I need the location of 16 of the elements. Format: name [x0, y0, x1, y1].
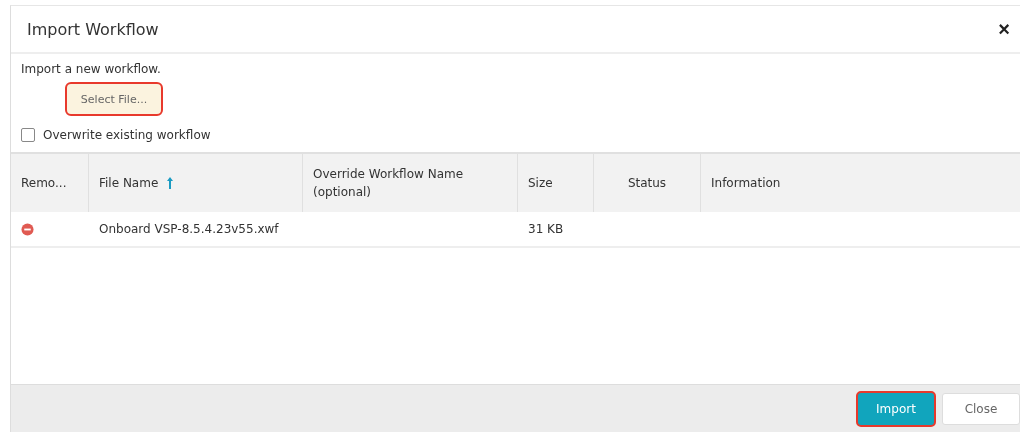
select-file-button[interactable]: Select File...: [65, 82, 163, 116]
column-header[interactable]: Size: [518, 154, 594, 212]
table-cell: Onboard VSP-8.5.4.23v55.xwf: [99, 222, 279, 236]
overwrite-checkbox[interactable]: [21, 128, 35, 142]
checkbox-label: Overwrite existing workflow: [43, 128, 211, 142]
intro-text: Import a new workflow.: [21, 62, 162, 76]
remove-icon[interactable]: [21, 222, 34, 236]
table-cell: 31 KB: [528, 222, 564, 236]
column-header[interactable]: Remo...: [11, 154, 89, 212]
column-header[interactable]: Status: [594, 154, 701, 212]
dialog-title: Import Workflow: [27, 19, 159, 39]
column-header[interactable]: Information: [701, 154, 1020, 212]
column-header[interactable]: File Name: [89, 154, 303, 212]
close-button[interactable]: Close: [942, 393, 1020, 425]
close-button[interactable]: ×: [994, 17, 1014, 41]
column-header[interactable]: Override Workflow Name (optional): [303, 154, 518, 212]
